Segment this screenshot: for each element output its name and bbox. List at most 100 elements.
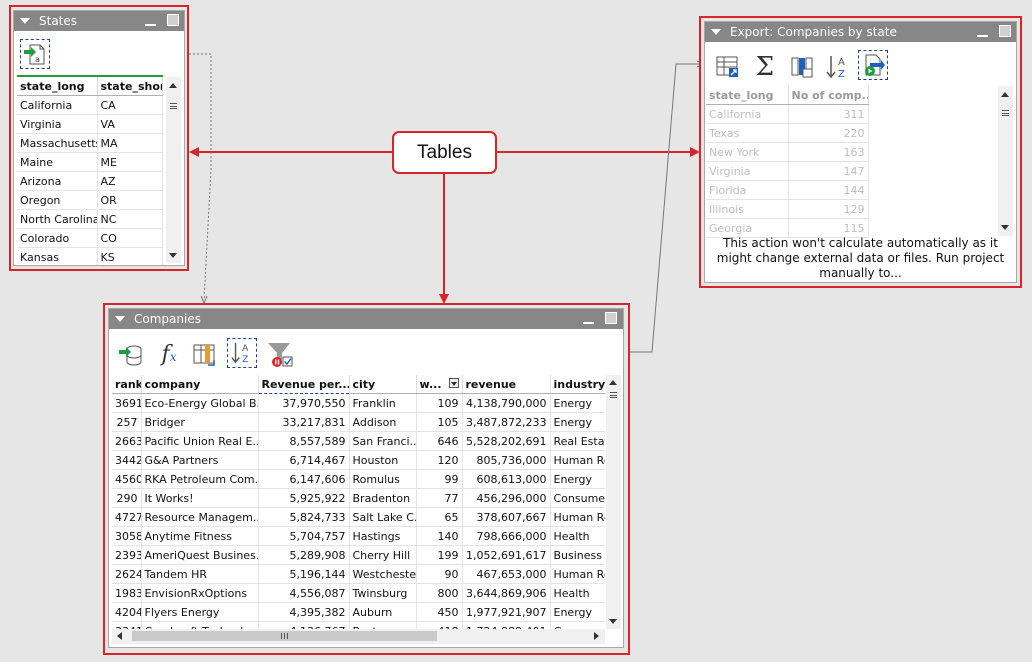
column-header-company[interactable]: company [141,375,259,394]
table-cell: 99 [416,469,463,489]
table-row[interactable]: Texas 220 [706,123,869,143]
column-header-state-long[interactable]: state_long [17,75,98,96]
run-export-button[interactable] [858,50,888,80]
table-cell: 3442 [112,450,142,470]
maximize-icon[interactable] [999,25,1011,37]
table-cell: 8,557,589 [258,431,350,451]
companies-horizontal-scrollbar[interactable] [112,629,605,644]
companies-table-viewport[interactable]: rank company Revenue per... city w... re… [112,375,605,629]
table-row[interactable]: 2663 Pacific Union Real E... 8,557,589 San … [112,431,605,451]
table-row[interactable]: California CA [17,95,163,115]
table-row[interactable]: 3691 Eco-Energy Global B... 37,970,550 Fran… [112,393,605,413]
import-button[interactable] [116,339,146,369]
table-cell: 4727 [112,507,142,527]
sort-button[interactable]: A Z [227,338,257,368]
collapse-icon[interactable] [20,18,30,24]
maximize-icon[interactable] [605,312,617,324]
scroll-thumb[interactable] [1002,110,1009,116]
scroll-up-icon[interactable] [169,83,177,88]
export-panel[interactable]: Export: Companies by state Σ A Z state_l… [704,21,1017,283]
scroll-thumb[interactable] [610,392,617,398]
column-header-revenue-per[interactable]: Revenue per... [258,375,350,394]
column-header-industry[interactable]: industry [550,375,605,394]
scroll-right-icon[interactable] [594,632,599,640]
table-row[interactable]: 290 It Works! 5,925,922 Bradenton 77 456,296,… [112,488,605,508]
scroll-down-icon[interactable] [169,253,177,258]
table-row[interactable]: 4727 Resource Managem... 5,824,733 Salt Lak… [112,507,605,527]
table-row[interactable]: 3341Coreheeft Technology4,136,767Boston4… [112,621,605,629]
table-row[interactable]: North Carolina NC [17,209,163,229]
table-row[interactable]: 2393 AmeriQuest Busines... 5,289,908 Cherry… [112,545,605,565]
filter-button[interactable] [265,339,295,369]
import-data-button[interactable]: a [20,39,50,69]
table-cell: 1983 [112,583,142,603]
table-row[interactable]: Colorado CO [17,228,163,248]
table-row[interactable]: New York 163 [706,142,869,162]
table-cell: 90 [416,564,463,584]
column-header-workers-label: w... [419,377,442,391]
formula-button[interactable]: fx [154,339,184,369]
table-row[interactable]: California 311 [706,104,869,124]
column-header-state-short[interactable]: state_short [97,75,163,96]
companies-panel-header[interactable]: Companies [109,309,623,329]
minimize-icon[interactable] [583,315,594,324]
table-row[interactable]: Kansas KS [17,247,163,265]
table-row[interactable]: 3058 Anytime Fitness 5,704,757 Hastings 140 7… [112,526,605,546]
states-panel[interactable]: States a state_long state_short Californ… [13,10,185,266]
sort-button[interactable]: A Z [823,52,853,82]
column-header-state-long[interactable]: state_long [706,86,789,105]
horizontal-scroll-thumb[interactable] [132,631,437,641]
table-row[interactable]: Maine ME [17,152,163,172]
export-table-button[interactable] [713,52,743,82]
scroll-up-icon[interactable] [1001,92,1009,97]
states-panel-header[interactable]: States [14,11,184,31]
column-header-revenue[interactable]: revenue [462,375,551,394]
aggregate-button[interactable]: Σ [750,52,780,82]
scroll-down-icon[interactable] [1001,225,1009,230]
table-row[interactable]: Massachusetts MA [17,133,163,153]
table-cell: 608,613,000 [462,469,551,489]
scroll-thumb[interactable] [170,103,177,109]
scroll-up-icon[interactable] [609,380,617,385]
columns-button[interactable] [787,52,817,82]
table-cell: Houston [349,450,417,470]
companies-vertical-scrollbar[interactable] [606,375,621,629]
export-table: state_long No of comp... California 311 T… [706,86,869,238]
table-row[interactable]: Oregon OR [17,190,163,210]
column-header-rank[interactable]: rank [112,375,142,394]
scroll-left-icon[interactable] [117,632,122,640]
export-panel-header[interactable]: Export: Companies by state [705,22,1016,42]
column-filter-dropdown-icon[interactable] [448,378,459,388]
table-row[interactable]: Virginia VA [17,114,163,134]
scroll-down-icon[interactable] [609,619,617,624]
collapse-icon[interactable] [115,316,125,322]
column-header-workers[interactable]: w... [416,375,463,394]
export-vertical-scrollbar[interactable] [998,86,1013,236]
table-row[interactable]: Illinois 129 [706,199,869,219]
table-cell: Illinois [706,199,789,219]
states-vertical-scrollbar[interactable] [166,77,181,263]
column-header-city[interactable]: city [349,375,417,394]
table-row[interactable]: 2624 Tandem HR 5,196,144 Westchester 90 467,6… [112,564,605,584]
table-cell: 144 [788,180,869,200]
table-cell: 800 [416,583,463,603]
table-row[interactable]: 3442 G&A Partners 6,714,467 Houston 120 805,7… [112,450,605,470]
sort-az-icon: A Z [826,56,845,80]
table-row[interactable]: Arizona AZ [17,171,163,191]
table-row[interactable]: 257 Bridger 33,217,831 Addison 105 3,487,872,… [112,412,605,432]
table-row[interactable]: Georgia 115 [706,218,869,238]
table-cell: Hastings [349,526,417,546]
minimize-icon[interactable] [145,17,156,26]
column-header-count[interactable]: No of comp... [788,86,869,105]
table-row[interactable]: Florida 144 [706,180,869,200]
companies-panel[interactable]: Companies fx A Z rank company Revenue pe… [108,308,624,648]
table-cell: California [706,104,789,124]
add-column-button[interactable] [190,339,220,369]
table-row[interactable]: 4204 Flyers Energy 4,395,382 Auburn 450 1,977… [112,602,605,622]
table-row[interactable]: Virginia 147 [706,161,869,181]
collapse-icon[interactable] [711,29,721,35]
table-row[interactable]: 1983 EnvisionRxOptions 4,556,087 Twinsburg 8… [112,583,605,603]
maximize-icon[interactable] [167,14,179,26]
table-row[interactable]: 4560 RKA Petroleum Com... 6,147,606 Romulus… [112,469,605,489]
minimize-icon[interactable] [977,28,988,37]
